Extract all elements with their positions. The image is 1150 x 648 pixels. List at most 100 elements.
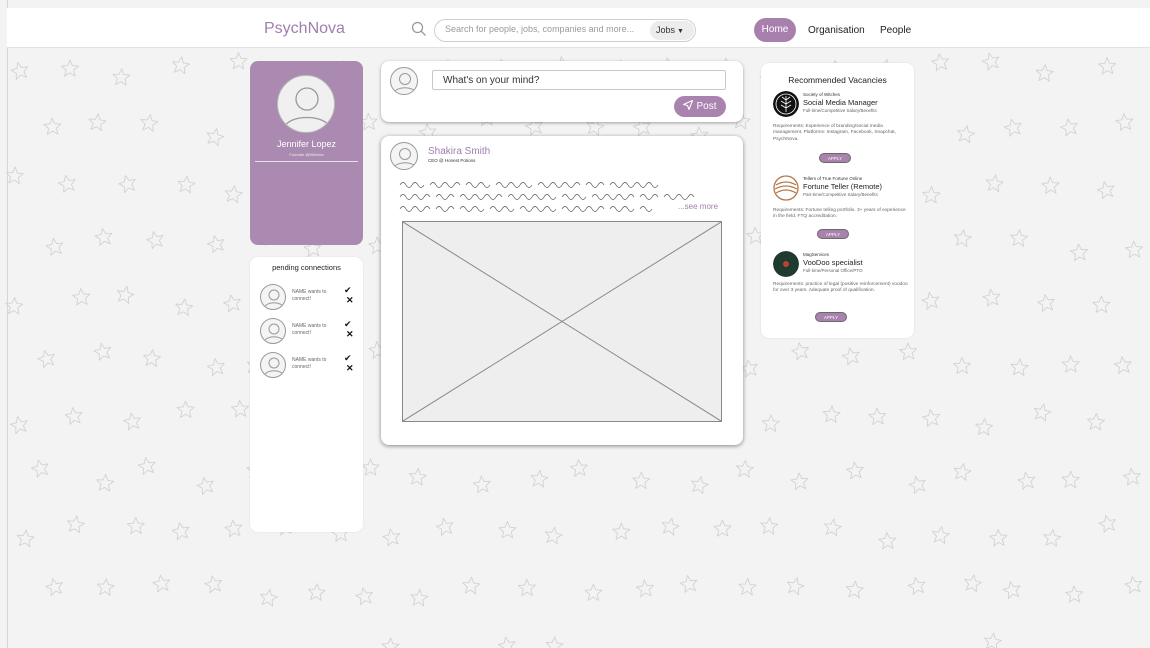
star-icon [206, 128, 225, 147]
star-icon [435, 517, 454, 536]
user-avatar-icon[interactable] [260, 284, 286, 310]
pending-connections-card: pending connections NAME wants to connec… [250, 257, 363, 532]
star-icon [1061, 470, 1080, 489]
user-avatar-icon[interactable] [277, 75, 335, 133]
star-icon [137, 457, 156, 475]
star-icon [1098, 514, 1116, 533]
apply-button[interactable]: APPLY [817, 229, 849, 239]
vacancy-terms: Full-time/Personal Office/PTO [803, 268, 863, 273]
vacancy-company[interactable]: Tellers of True Fortune Online [803, 176, 862, 181]
star-icon [981, 52, 1000, 71]
vacancy-role[interactable]: Fortune Teller (Remote) [803, 182, 882, 191]
company-logo-icon[interactable] [773, 175, 799, 201]
star-icon [952, 356, 972, 375]
post-body-placeholder-text [399, 182, 695, 212]
star-icon [229, 52, 248, 70]
profile-card[interactable]: Jennifer Lopez Founder @Witches [250, 61, 363, 245]
star-icon [1113, 356, 1132, 374]
user-avatar-icon[interactable] [390, 67, 418, 95]
star-icon [93, 342, 112, 361]
close-icon[interactable]: ✕ [346, 329, 354, 340]
star-icon [1041, 176, 1060, 194]
star-icon [1003, 118, 1022, 137]
nav-home[interactable]: Home [754, 18, 796, 42]
star-icon [177, 175, 196, 194]
post-author-role: CEO @ Honest Potions [428, 158, 476, 163]
post-author-name[interactable]: Shakira Smith [428, 146, 490, 157]
search-box: Jobs▼ [434, 19, 696, 42]
star-icon [410, 588, 429, 607]
star-icon [206, 358, 225, 377]
star-icon [146, 231, 164, 250]
star-icon [1002, 581, 1021, 600]
user-avatar-icon[interactable] [260, 318, 286, 344]
connection-request-text: NAME wants to connect! [292, 323, 327, 336]
search-input[interactable] [445, 24, 645, 34]
star-icon [738, 577, 757, 596]
star-icon [116, 285, 135, 304]
star-icon [88, 113, 107, 132]
star-icon [545, 636, 564, 648]
star-icon [1043, 529, 1062, 547]
star-icon [112, 68, 131, 86]
recommended-vacancies-card: Recommended Vacancies Society of Witches… [761, 63, 914, 338]
vacancy-company[interactable]: MagServices [803, 252, 829, 257]
star-icon [921, 291, 940, 310]
vacancies-title: Recommended Vacancies [788, 75, 887, 85]
star-icon [791, 342, 809, 361]
star-icon [382, 528, 401, 547]
star-icon [1122, 467, 1141, 486]
post-image-placeholder[interactable] [402, 221, 722, 422]
nav-people[interactable]: People [880, 25, 911, 36]
star-icon [584, 583, 603, 601]
vacancy-role[interactable]: Social Media Manager [803, 98, 878, 107]
status-input[interactable] [432, 70, 726, 90]
star-icon [822, 405, 841, 424]
star-icon [96, 473, 115, 492]
star-icon [964, 574, 982, 593]
star-icon [497, 636, 516, 648]
star-icon [67, 515, 85, 534]
star-icon [931, 53, 949, 72]
connection-request-text: NAME wants to connect! [292, 357, 327, 370]
star-icon [307, 583, 326, 601]
nav-organisation[interactable]: Organisation [808, 25, 865, 36]
see-more-link[interactable]: ...see more [678, 202, 718, 211]
profile-name[interactable]: Jennifer Lopez [250, 139, 363, 149]
star-icon [16, 529, 35, 548]
top-navigation-bar: PsychNova Jobs▼ Home Organisation People [7, 8, 1150, 48]
user-avatar-icon[interactable] [390, 142, 418, 170]
app-logo[interactable]: PsychNova [264, 20, 345, 38]
star-icon [790, 472, 809, 491]
star-icon [224, 185, 243, 203]
star-icon [1124, 576, 1143, 594]
close-icon[interactable]: ✕ [346, 363, 354, 374]
star-icon [989, 528, 1008, 547]
star-icon [632, 471, 651, 490]
star-icon [5, 166, 24, 185]
vacancy-requirements: Requirements: Fortune telling portfolio.… [773, 208, 906, 220]
star-icon [953, 462, 972, 481]
star-icon [544, 526, 563, 545]
user-avatar-icon[interactable] [260, 352, 286, 378]
star-icon [224, 519, 243, 538]
star-icon [43, 117, 62, 135]
apply-button[interactable]: APPLY [819, 153, 851, 163]
company-logo-icon[interactable] [773, 91, 799, 117]
search-filter-select[interactable]: Jobs ▼ [650, 21, 694, 40]
vacancy-requirements: Requirements: Experience of branding/soc… [773, 124, 896, 142]
star-icon [907, 577, 926, 595]
post-button[interactable]: Post [674, 96, 726, 117]
post-composer: Post [381, 61, 743, 122]
company-logo-icon[interactable] [773, 251, 799, 277]
star-icon [932, 526, 950, 544]
vacancy-role[interactable]: VooDoo specialist [803, 258, 863, 267]
close-icon[interactable]: ✕ [346, 295, 354, 306]
vacancy-company[interactable]: Society of Witches [803, 92, 840, 97]
star-icon [175, 298, 194, 317]
star-icon [10, 61, 29, 80]
star-icon [45, 237, 64, 256]
star-icon [679, 575, 698, 593]
search-icon[interactable] [411, 21, 427, 37]
apply-button[interactable]: APPLY [815, 312, 847, 322]
